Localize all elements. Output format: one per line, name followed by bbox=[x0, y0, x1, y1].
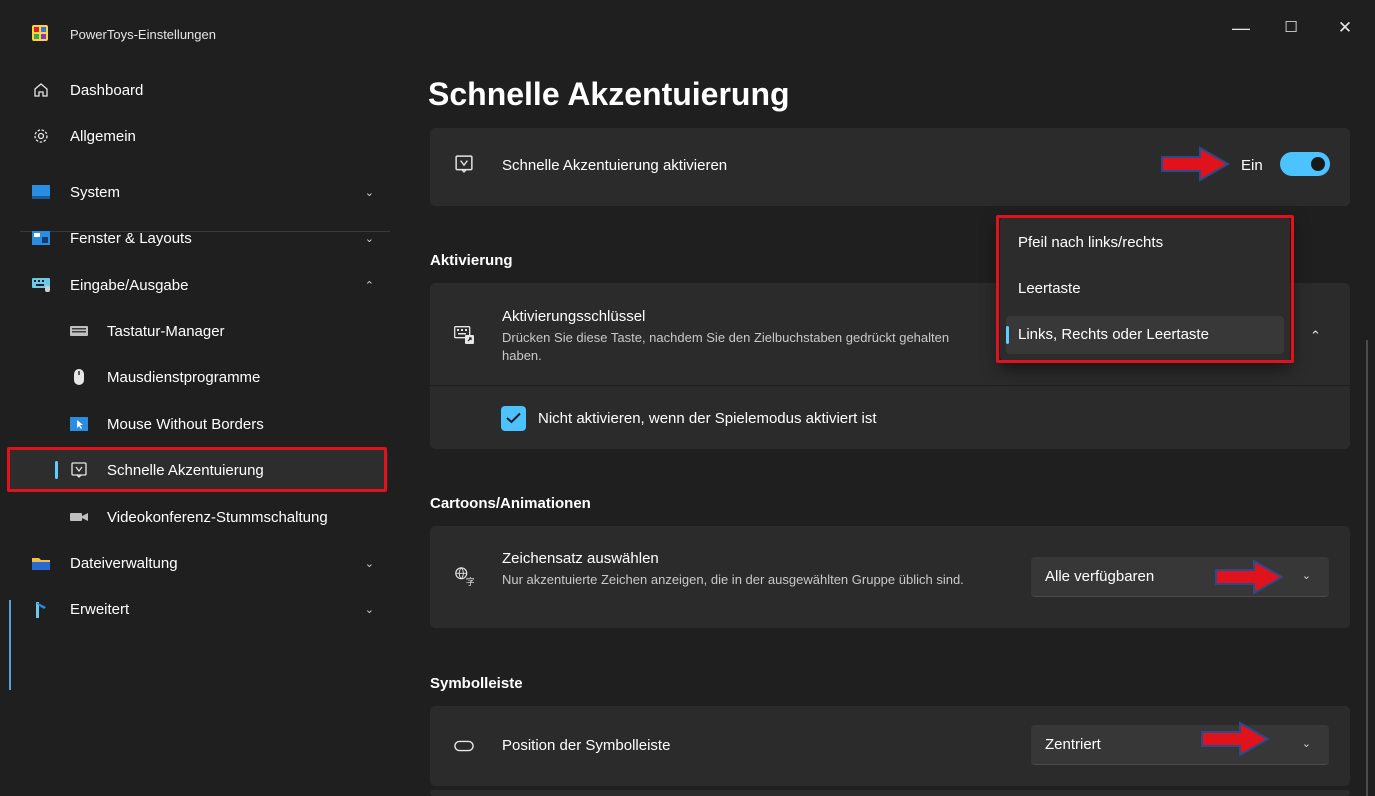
annotation-arrow-icon bbox=[1201, 721, 1270, 757]
sidebar-item-allgemein[interactable]: Allgemein bbox=[8, 116, 388, 156]
charset-value: Alle verfügbaren bbox=[1045, 568, 1155, 585]
keyboard-mouse-icon bbox=[32, 276, 50, 294]
chevron-down-icon: ⌄ bbox=[364, 603, 374, 616]
keyboard-icon bbox=[70, 322, 88, 340]
scrollbar[interactable] bbox=[1366, 340, 1368, 796]
sidebar-item-fenster-layouts[interactable]: Fenster & Layouts ⌄ bbox=[8, 218, 388, 258]
title-bar: PowerToys-Einstellungen — ☐ ✕ bbox=[0, 0, 1375, 70]
sidebar-item-label: Allgemein bbox=[70, 127, 136, 145]
sidebar-item-label: System bbox=[70, 183, 121, 201]
toolbar-position-icon bbox=[454, 736, 474, 756]
sidebar-item-label: Videokonferenz-Stummschaltung bbox=[107, 508, 328, 526]
folder-icon bbox=[32, 554, 50, 572]
monitor-icon bbox=[32, 183, 50, 201]
chevron-down-icon: ⌄ bbox=[1301, 738, 1311, 750]
sidebar-item-mouse-without-borders[interactable]: Mouse Without Borders bbox=[8, 404, 388, 444]
sidebar-item-eingabe-ausgabe[interactable]: Eingabe/Ausgabe ⌃ bbox=[8, 265, 388, 305]
chevron-down-icon: ⌄ bbox=[1301, 570, 1311, 582]
charset-dropdown[interactable]: Alle verfügbaren ⌄ bbox=[1031, 557, 1329, 597]
page-title: Schnelle Akzentuierung bbox=[428, 76, 790, 112]
enable-title: Schnelle Akzentuierung aktivieren bbox=[502, 157, 728, 174]
sidebar-item-erweitert[interactable]: Erweitert ⌄ bbox=[8, 589, 388, 629]
tools-icon bbox=[32, 600, 50, 618]
powertoys-logo-icon bbox=[32, 25, 48, 41]
sidebar-item-label: Erweitert bbox=[70, 600, 130, 618]
activation-key-title: Aktivierungsschlüssel bbox=[502, 308, 646, 325]
enable-toggle[interactable] bbox=[1280, 152, 1330, 176]
chevron-down-icon: ⌄ bbox=[364, 186, 374, 199]
annotation-arrow-icon bbox=[1161, 146, 1230, 182]
chevron-down-icon: ⌄ bbox=[364, 232, 374, 245]
minimize-button[interactable]: — bbox=[1229, 14, 1253, 42]
window-edge-line bbox=[9, 600, 11, 690]
toolbar-position-dropdown[interactable]: Zentriert ⌄ bbox=[1031, 725, 1329, 765]
sidebar-item-label: Mausdienstprogramme bbox=[107, 368, 261, 386]
section-symbolleiste: Symbolleiste bbox=[430, 675, 523, 692]
charset-title: Zeichensatz auswählen bbox=[502, 550, 659, 567]
home-icon bbox=[32, 81, 50, 99]
keyboard-shortcut-icon bbox=[454, 325, 474, 345]
quick-accent-icon bbox=[454, 154, 474, 174]
menu-item-space[interactable]: Leertaste bbox=[1006, 270, 1284, 308]
camera-icon bbox=[70, 508, 88, 526]
close-button[interactable]: ✕ bbox=[1333, 14, 1357, 42]
chevron-up-icon[interactable]: ⌃ bbox=[1310, 328, 1321, 344]
sidebar-item-label: Dashboard bbox=[70, 81, 144, 99]
toggle-knob bbox=[1311, 157, 1325, 171]
window-layout-icon bbox=[32, 229, 50, 247]
maximize-button[interactable]: ☐ bbox=[1279, 14, 1303, 42]
charset-desc: Nur akzentuierte Zeichen anzeigen, die i… bbox=[502, 572, 964, 587]
section-aktivierung: Aktivierung bbox=[430, 252, 513, 269]
sidebar-item-dateiverwaltung[interactable]: Dateiverwaltung ⌄ bbox=[8, 543, 388, 583]
window-title: PowerToys-Einstellungen bbox=[70, 27, 216, 42]
svg-text:字: 字 bbox=[466, 576, 474, 587]
menu-item-label: Links, Rechts oder Leertaste bbox=[1018, 326, 1209, 343]
sidebar-item-system[interactable]: System ⌄ bbox=[8, 172, 388, 212]
game-mode-checkbox[interactable] bbox=[501, 406, 526, 431]
toggle-state-label: Ein bbox=[1241, 157, 1263, 174]
sidebar-item-videokonferenz[interactable]: Videokonferenz-Stummschaltung bbox=[8, 497, 388, 537]
character-set-icon: 字 bbox=[454, 566, 474, 587]
activation-key-flyout: Pfeil nach links/rechts Leertaste Links,… bbox=[1000, 216, 1290, 362]
sidebar: Dashboard Allgemein System ⌄ Fenster & L… bbox=[0, 70, 400, 796]
activation-key-desc: Drücken Sie diese Taste, nachdem Sie den… bbox=[502, 330, 950, 363]
sidebar-item-mausdienstprogramme[interactable]: Mausdienstprogramme bbox=[8, 357, 388, 397]
quick-accent-icon bbox=[70, 461, 88, 479]
selection-indicator bbox=[55, 461, 58, 479]
menu-item-label: Pfeil nach links/rechts bbox=[1018, 234, 1164, 251]
gear-icon bbox=[32, 127, 50, 145]
toolbar-position-title: Position der Symbolleiste bbox=[502, 737, 671, 754]
sidebar-item-dashboard[interactable]: Dashboard bbox=[8, 70, 388, 110]
game-mode-label: Nicht aktivieren, wenn der Spielemodus a… bbox=[538, 410, 877, 427]
next-card-edge bbox=[430, 790, 1350, 796]
annotation-arrow-icon bbox=[1215, 559, 1284, 595]
toolbar-position-value: Zentriert bbox=[1045, 736, 1101, 753]
menu-item-label: Leertaste bbox=[1018, 280, 1081, 297]
mouse-icon bbox=[70, 368, 88, 386]
menu-item-arrow-keys[interactable]: Pfeil nach links/rechts bbox=[1006, 224, 1284, 262]
sidebar-item-schnelle-akzentuierung[interactable]: Schnelle Akzentuierung bbox=[8, 450, 388, 490]
sidebar-item-label: Fenster & Layouts bbox=[70, 229, 192, 247]
mouse-without-borders-icon bbox=[70, 415, 88, 433]
sidebar-item-label: Schnelle Akzentuierung bbox=[107, 461, 264, 479]
menu-item-left-right-space[interactable]: Links, Rechts oder Leertaste bbox=[1006, 316, 1284, 354]
chevron-down-icon: ⌄ bbox=[364, 557, 374, 570]
sidebar-item-label: Mouse Without Borders bbox=[107, 415, 264, 433]
sidebar-item-label: Dateiverwaltung bbox=[70, 554, 178, 572]
chevron-up-icon: ⌃ bbox=[364, 279, 374, 292]
sidebar-item-tastatur-manager[interactable]: Tastatur-Manager bbox=[8, 311, 388, 351]
sidebar-item-label: Tastatur-Manager bbox=[107, 322, 225, 340]
selection-indicator bbox=[1006, 326, 1009, 344]
sidebar-item-label: Eingabe/Ausgabe bbox=[70, 276, 189, 294]
section-cartoons: Cartoons/Animationen bbox=[430, 495, 591, 512]
